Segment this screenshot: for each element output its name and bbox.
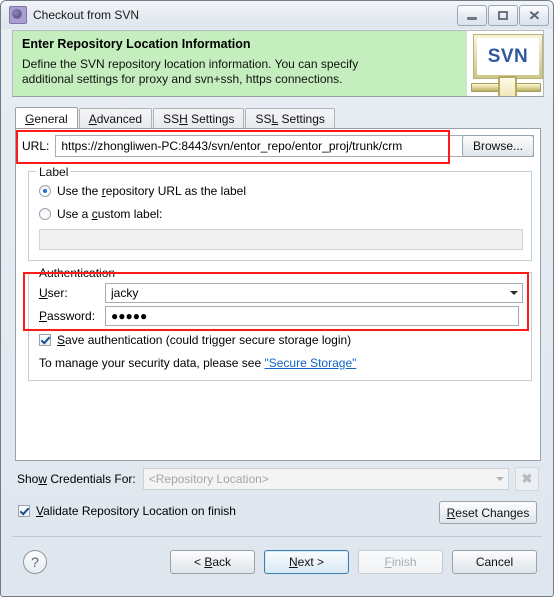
user-dropdown-arrow[interactable] xyxy=(505,284,522,302)
close-button[interactable]: ✕ xyxy=(519,4,549,26)
checkbox-indicator xyxy=(39,334,51,346)
svn-logo-text: SVN xyxy=(487,45,529,67)
user-value: jacky xyxy=(111,286,139,300)
tab-ssh-settings[interactable]: SS H Settings xyxy=(153,108,245,129)
cancel-button[interactable]: Cancel xyxy=(452,550,537,574)
secure-storage-note-text: To manage your security data, please see xyxy=(39,356,265,370)
clear-credentials-button[interactable]: ✖ xyxy=(515,467,539,491)
minimize-button[interactable] xyxy=(457,4,487,26)
back-button[interactable]: < Back xyxy=(170,550,255,574)
window-title: Checkout from SVN xyxy=(33,8,140,22)
url-row: URL: https://zhongliwen-PC:8443/svn/ento… xyxy=(22,135,534,157)
footer-button-bar: < Back Next > Finish Cancel xyxy=(170,550,537,574)
svn-gear-icon xyxy=(9,6,27,24)
svn-logo: SVN xyxy=(466,31,543,96)
help-question-icon[interactable]: ? xyxy=(23,550,47,574)
chevron-down-icon xyxy=(495,477,504,481)
next-button[interactable]: Next > xyxy=(264,550,349,574)
show-credentials-value: <Repository Location> xyxy=(148,472,269,486)
show-credentials-row: Show Credentials For: <Repository Locati… xyxy=(17,467,539,491)
banner-text: Enter Repository Location Information De… xyxy=(13,31,466,96)
user-row: User: jacky xyxy=(39,283,523,303)
password-input[interactable]: ●●●●● xyxy=(105,306,519,326)
tab-advanced-label: dvanced xyxy=(96,112,143,126)
url-label: URL: xyxy=(22,139,50,153)
radio-indicator xyxy=(39,208,51,220)
tab-general[interactable]: General xyxy=(15,107,78,129)
restore-button[interactable] xyxy=(488,4,518,26)
radio-indicator xyxy=(39,185,51,197)
clear-x-icon: ✖ xyxy=(521,471,533,486)
checkout-from-svn-dialog: Checkout from SVN ✕ Enter Repository Loc… xyxy=(0,0,554,597)
validate-repository-checkbox[interactable]: Validate Repository Location on finish xyxy=(18,504,236,518)
banner-description-line-2: additional settings for proxy and svn+ss… xyxy=(22,72,343,86)
user-label: User: xyxy=(39,286,68,300)
chevron-down-icon xyxy=(509,291,518,295)
tab-advanced[interactable]: Advanced xyxy=(78,108,153,129)
restore-icon xyxy=(498,10,508,20)
banner-description-line-1: Define the SVN repository location infor… xyxy=(22,57,359,71)
authentication-group: Authentication User: jacky Password: ●●●… xyxy=(28,266,532,381)
svn-logo-node-icon xyxy=(498,76,517,96)
label-group-legend: Label xyxy=(36,165,72,179)
title-bar: Checkout from SVN ✕ xyxy=(1,1,553,29)
banner-title: Enter Repository Location Information xyxy=(22,37,251,51)
tab-ssl-label: Settings xyxy=(278,112,325,126)
show-credentials-combobox[interactable]: <Repository Location> xyxy=(142,468,509,490)
general-tab-panel: URL: https://zhongliwen-PC:8443/svn/ento… xyxy=(15,128,541,461)
checkbox-indicator xyxy=(18,505,30,517)
reset-changes-button[interactable]: Reset Changes xyxy=(439,501,537,524)
wizard-banner: Enter Repository Location Information De… xyxy=(12,30,544,97)
tab-ssh-label: Settings xyxy=(187,112,235,126)
minimize-icon xyxy=(467,16,477,20)
tab-ssl-settings[interactable]: SS L Settings xyxy=(245,108,335,129)
label-group: Label Use the repository URL as the labe… xyxy=(28,165,532,261)
browse-button[interactable]: Browse... xyxy=(462,135,534,157)
window-controls: ✕ xyxy=(457,4,549,26)
svn-logo-frame: SVN xyxy=(474,35,542,78)
custom-label-input[interactable] xyxy=(39,229,523,250)
radio-use-repository-url[interactable]: Use the repository URL as the label xyxy=(39,184,246,198)
show-credentials-label: Show Credentials For: xyxy=(17,472,136,486)
user-combobox[interactable]: jacky xyxy=(105,283,523,303)
tab-strip: General Advanced SS H Settings SS L Settin… xyxy=(15,107,336,129)
secure-storage-note: To manage your security data, please see… xyxy=(39,356,356,370)
footer-separator xyxy=(12,536,542,537)
finish-button: Finish xyxy=(358,550,443,574)
authentication-group-legend: Authentication xyxy=(36,266,119,280)
save-authentication-checkbox[interactable]: Save authentication (could trigger secur… xyxy=(39,333,351,347)
secure-storage-link[interactable]: "Secure Storage" xyxy=(264,356,356,370)
tab-general-label: eneral xyxy=(34,111,68,126)
radio-use-custom-label[interactable]: Use a custom label: xyxy=(39,207,162,221)
password-label: Password: xyxy=(39,309,96,323)
url-value: https://zhongliwen-PC:8443/svn/entor_rep… xyxy=(61,139,403,153)
close-icon: ✕ xyxy=(527,7,541,23)
password-row: Password: ●●●●● xyxy=(39,306,523,326)
show-credentials-dropdown-arrow[interactable] xyxy=(491,469,508,489)
